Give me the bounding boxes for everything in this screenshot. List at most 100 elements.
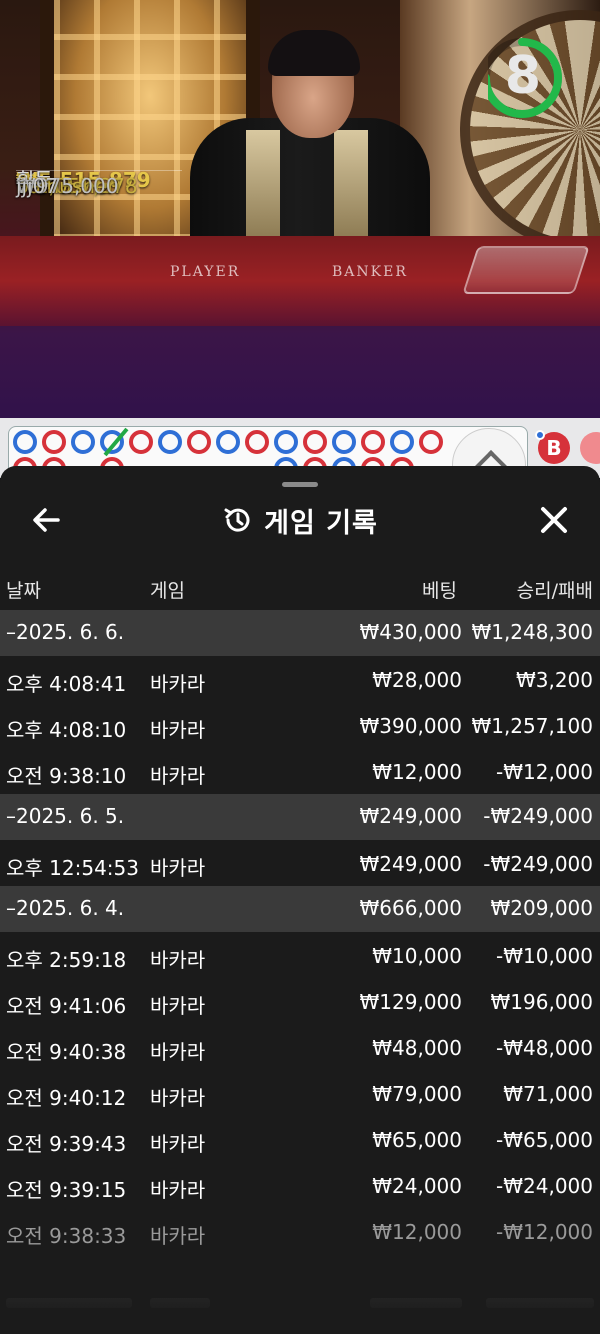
row-bet: ₩249,000 — [359, 852, 462, 876]
row-bet: ₩65,000 — [372, 1128, 462, 1152]
row-game: 바카라 — [150, 718, 206, 742]
table-header: 날짜 게임 베팅 승리/패배 — [0, 570, 600, 610]
list-fade — [0, 1270, 600, 1334]
banker-bead — [303, 430, 327, 454]
banker-table-label: BANKER — [332, 264, 408, 280]
close-icon — [541, 507, 567, 533]
row-time: 오전 9:40:12 — [6, 1086, 127, 1110]
row-game: 바카라 — [150, 1224, 206, 1248]
player-bead — [216, 430, 240, 454]
back-button[interactable] — [28, 502, 68, 538]
column-bet: 베팅 — [422, 580, 457, 602]
banker-bead — [42, 430, 66, 454]
row-game: 바카라 — [150, 1132, 206, 1156]
history-row[interactable]: 오전 9:39:43 바카라 ₩65,000 -₩65,000 — [0, 1116, 600, 1162]
row-bet: ₩79,000 — [372, 1082, 462, 1106]
banker-bead — [361, 430, 385, 454]
row-game: 바카라 — [150, 856, 206, 880]
row-game: 바카라 — [150, 672, 206, 696]
sheet-drag-handle[interactable] — [282, 482, 318, 487]
badge-dot — [535, 430, 545, 440]
card-shoe — [462, 246, 590, 294]
title-group: 게임 기록 — [0, 490, 600, 550]
row-win-loss: -₩249,000 — [483, 852, 593, 876]
row-bet: ₩129,000 — [359, 990, 462, 1014]
row-bet: ₩10,000 — [372, 944, 462, 968]
row-win-loss: ₩3,200 — [515, 668, 593, 692]
group-win-loss-total: ₩209,000 — [490, 896, 593, 920]
group-win-loss-total: -₩249,000 — [483, 804, 593, 828]
winner-name: jjj07 — [16, 174, 59, 198]
row-game: 바카라 — [150, 948, 206, 972]
row-time: 오후 4:08:41 — [6, 672, 127, 696]
row-game: 바카라 — [150, 764, 206, 788]
group-bet-total: ₩430,000 — [359, 620, 462, 644]
row-game: 바카라 — [150, 1040, 206, 1064]
row-bet: ₩12,000 — [372, 1220, 462, 1244]
close-button[interactable] — [536, 502, 572, 538]
player-bead — [71, 430, 95, 454]
date-group-row[interactable]: –2025. 6. 6. ₩430,000 ₩1,248,300 — [0, 610, 600, 656]
row-game: 바카라 — [150, 1178, 206, 1202]
timer-value: 8 — [504, 46, 542, 106]
row-time: 오전 9:38:10 — [6, 764, 127, 788]
row-bet: ₩28,000 — [372, 668, 462, 692]
player-bead — [13, 430, 37, 454]
player-bead — [332, 430, 356, 454]
history-row[interactable]: 오후 12:54:53 바카라 ₩249,000 -₩249,000 — [0, 840, 600, 886]
row-time: 오전 9:41:06 — [6, 994, 127, 1018]
group-date: –2025. 6. 5. — [6, 804, 125, 828]
history-icon — [224, 508, 250, 532]
live-video: PLAYER BANKER 8 60 ● ₩5,515,879 획득 ₩1,05… — [0, 0, 600, 418]
banker-bead — [245, 430, 269, 454]
row-time: 오전 9:39:15 — [6, 1178, 127, 1202]
history-row[interactable]: 오후 4:08:10 바카라 ₩390,000 ₩1,257,100 — [0, 702, 600, 748]
row-bet: ₩12,000 — [372, 760, 462, 784]
row-bet: ₩390,000 — [359, 714, 462, 738]
history-row[interactable]: 오전 9:40:12 바카라 ₩79,000 ₩71,000 — [0, 1070, 600, 1116]
dealer-hair — [268, 30, 360, 76]
history-row[interactable]: 오전 9:38:10 바카라 ₩12,000 -₩12,000 — [0, 748, 600, 794]
row-win-loss: -₩24,000 — [496, 1174, 593, 1198]
row-win-loss: ₩71,000 — [503, 1082, 593, 1106]
history-list[interactable]: –2025. 6. 6. ₩430,000 ₩1,248,300 오후 4:08:41… — [0, 610, 600, 1254]
player-bead — [158, 430, 182, 454]
banker-bead — [187, 430, 211, 454]
sheet-title: 게임 기록 — [264, 507, 378, 539]
row-time: 오전 9:39:43 — [6, 1132, 127, 1156]
group-bet-total: ₩249,000 — [359, 804, 462, 828]
history-row[interactable]: 오후 4:08:41 바카라 ₩28,000 ₩3,200 — [0, 656, 600, 702]
row-time: 오후 2:59:18 — [6, 948, 127, 972]
date-group-row[interactable]: –2025. 6. 4. ₩666,000 ₩209,000 — [0, 886, 600, 932]
player-table-label: PLAYER — [170, 264, 241, 280]
row-time: 오전 9:40:38 — [6, 1040, 127, 1064]
row-game: 바카라 — [150, 1086, 206, 1110]
row-game: 바카라 — [150, 994, 206, 1018]
row-win-loss: ₩196,000 — [490, 990, 593, 1014]
winners-panel: 60 ● ₩5,515,879 획득 ₩1,057,278 baihushen … — [16, 168, 600, 198]
row-time: 오후 4:08:10 — [6, 718, 127, 742]
row-win-loss: -₩65,000 — [496, 1128, 593, 1152]
history-row[interactable]: 오후 2:59:18 바카라 ₩10,000 -₩10,000 — [0, 932, 600, 978]
date-group-row[interactable]: –2025. 6. 5. ₩249,000 -₩249,000 — [0, 794, 600, 840]
row-win-loss: ₩1,257,100 — [471, 714, 593, 738]
row-win-loss: -₩12,000 — [496, 760, 593, 784]
column-win-loss: 승리/패배 — [516, 580, 593, 602]
group-date: –2025. 6. 6. — [6, 620, 125, 644]
history-row[interactable]: 오전 9:40:38 바카라 ₩48,000 -₩48,000 — [0, 1024, 600, 1070]
column-date: 날짜 — [6, 580, 41, 602]
dealer-lapel-right — [334, 130, 368, 240]
history-row[interactable]: 오전 9:41:06 바카라 ₩129,000 ₩196,000 — [0, 978, 600, 1024]
countdown-timer: 8 — [482, 24, 578, 134]
banker-bead — [419, 430, 443, 454]
group-win-loss-total: ₩1,248,300 — [471, 620, 593, 644]
row-bet: ₩48,000 — [372, 1036, 462, 1060]
row-time: 오전 9:38:33 — [6, 1224, 127, 1248]
history-row[interactable]: 오전 9:39:15 바카라 ₩24,000 -₩24,000 — [0, 1162, 600, 1208]
banker-predict-badge-secondary[interactable] — [580, 432, 600, 464]
row-time: 오후 12:54:53 — [6, 856, 139, 880]
history-row[interactable]: 오전 9:38:33 바카라 ₩12,000 -₩12,000 — [0, 1208, 600, 1254]
player-bead — [274, 430, 298, 454]
player-bead — [390, 430, 414, 454]
dealer-lapel-left — [246, 130, 280, 240]
